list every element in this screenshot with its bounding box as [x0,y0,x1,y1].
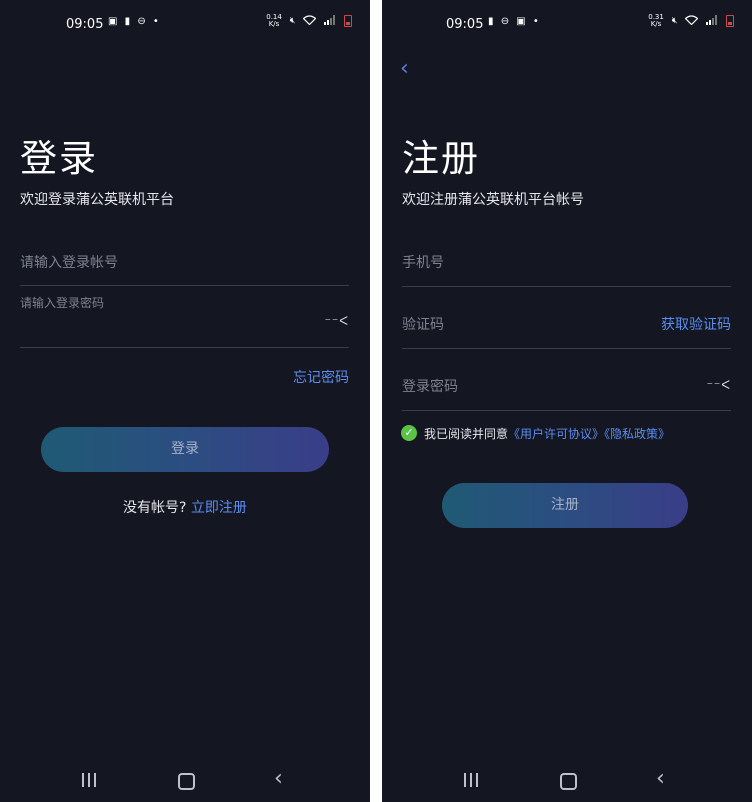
page-subtitle: 欢迎注册蒲公英联机平台帐号 [402,192,584,208]
battery-saver-icon: ▮ [488,16,494,27]
password-underline [20,347,349,348]
battery-saver-icon: ▮ [124,16,131,27]
password-placeholder: 登录密码 [402,379,458,395]
recent-apps-icon[interactable] [82,773,96,787]
gallery-icon: ▣ [108,16,118,27]
dnd-icon: ⊖ [137,16,146,27]
account-input[interactable]: 请输入登录帐号 [20,248,349,286]
eye-closed-icon[interactable]: ⁻⁻ᐸ [707,378,731,392]
page-subtitle: 欢迎登录蒲公英联机平台 [20,192,174,208]
code-placeholder: 验证码 [402,317,444,333]
status-left-icons: ▮ ⊖ ▣ • [488,16,543,28]
code-underline [402,348,731,349]
check-icon[interactable]: ✓ [401,425,417,441]
recent-apps-icon[interactable] [464,773,478,787]
login-screen: 09:05 ▣ ▮ ⊖ • 0.14 K/s 🔇︎ 登录 欢迎登录蒲公英联机平台… [0,0,370,802]
password-underline [402,410,731,411]
register-screen: 09:05 ▮ ⊖ ▣ • 0.31 K/s 🔇︎ ‹ 注册 欢迎注册蒲公英联机… [382,0,752,802]
register-password-input[interactable]: 登录密码 ⁻⁻ᐸ [402,374,731,411]
dnd-icon: ⊖ [500,16,510,27]
phone-placeholder: 手机号 [402,255,444,271]
dot-icon: • [152,16,159,27]
net-speed-unit: K/s [650,20,662,28]
wifi-icon [302,14,317,28]
wifi-icon [684,14,699,28]
signal-icon [324,14,336,28]
signal-icon [706,14,718,28]
license-link[interactable]: 《用户许可协议》 [508,427,604,441]
mute-icon: 🔇︎ [289,16,296,26]
phone-input[interactable]: 手机号 [402,250,731,287]
dot-icon: • [532,16,539,27]
nav-bar: ‹ [382,752,752,802]
mute-icon: 🔇︎ [671,16,678,26]
password-input[interactable]: 请输入登录密码 ⁻⁻ᐸ [20,292,349,349]
agreement-row: 我已阅读并同意《用户许可协议》《隐私政策》 [424,425,670,442]
net-speed: 0.14 K/s [266,14,282,28]
home-icon[interactable] [560,773,577,790]
forgot-password-link[interactable]: 忘记密码 [293,367,349,387]
home-icon[interactable] [178,773,195,790]
account-underline [20,285,349,286]
status-time: 09:05 [66,17,104,32]
register-button[interactable]: 注册 [442,483,688,528]
status-time: 09:05 [446,17,484,32]
password-label: 请输入登录密码 [20,296,105,310]
net-speed: 0.31 K/s [648,14,664,28]
login-button[interactable]: 登录 [41,427,329,472]
nav-back-icon[interactable]: ‹ [656,766,665,791]
register-prompt: 没有帐号? 立即注册 [0,497,370,517]
eye-closed-icon[interactable]: ⁻⁻ᐸ [325,314,349,328]
page-title: 注册 [402,137,480,180]
nav-bar: ‹ [0,752,370,802]
phone-underline [402,286,731,287]
gallery-icon: ▣ [516,16,526,27]
page-title: 登录 [20,137,98,180]
account-placeholder: 请输入登录帐号 [20,255,118,271]
status-bar: 09:05 ▮ ⊖ ▣ • 0.31 K/s 🔇︎ [382,0,752,50]
status-right-icons: 0.14 K/s 🔇︎ [261,14,352,28]
code-input[interactable]: 验证码 获取验证码 [402,312,731,349]
status-left-icons: ▣ ▮ ⊖ • [108,16,163,28]
privacy-link[interactable]: 《隐私政策》 [604,427,670,441]
agree-text: 我已阅读并同意 [424,427,509,441]
status-right-icons: 0.31 K/s 🔇︎ [643,14,734,28]
back-arrow-icon[interactable]: ‹ [400,56,409,81]
battery-icon [344,15,352,27]
status-bar: 09:05 ▣ ▮ ⊖ • 0.14 K/s 🔇︎ [0,0,370,50]
get-code-button[interactable]: 获取验证码 [661,314,731,334]
nav-back-icon[interactable]: ‹ [274,766,283,791]
net-speed-unit: K/s [268,20,280,28]
battery-icon [726,15,734,27]
no-account-text: 没有帐号? [123,500,187,516]
register-now-link[interactable]: 立即注册 [191,500,247,516]
